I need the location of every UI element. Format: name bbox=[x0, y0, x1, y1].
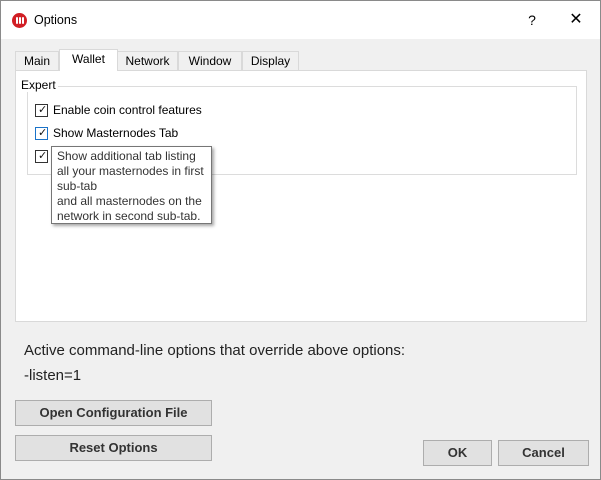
close-icon[interactable]: ✕ bbox=[563, 7, 589, 33]
masternodes-tooltip: Show additional tab listing all your mas… bbox=[51, 146, 212, 224]
masternodes-tab-checkbox[interactable]: ✓ bbox=[35, 127, 48, 140]
open-config-button[interactable]: Open Configuration File bbox=[15, 400, 212, 426]
app-logo-icon bbox=[12, 13, 27, 28]
tooltip-line: and all masternodes on the bbox=[57, 194, 202, 208]
tab-display[interactable]: Display bbox=[242, 51, 299, 70]
tab-network[interactable]: Network bbox=[117, 51, 178, 70]
checkmark-icon: ✓ bbox=[38, 104, 48, 116]
tooltip-line: network in second sub-tab. bbox=[57, 209, 201, 223]
reset-options-button[interactable]: Reset Options bbox=[15, 435, 212, 461]
coin-control-checkbox[interactable]: ✓ bbox=[35, 104, 48, 117]
help-icon[interactable]: ? bbox=[519, 7, 545, 33]
tooltip-line: all your masternodes in first bbox=[57, 164, 204, 178]
overrides-heading: Active command-line options that overrid… bbox=[24, 342, 406, 359]
tab-main[interactable]: Main bbox=[15, 51, 59, 70]
tooltip-line: sub-tab bbox=[57, 179, 98, 193]
expert-group-title: Expert bbox=[19, 78, 58, 92]
ok-button[interactable]: OK bbox=[423, 440, 492, 466]
title-bar: Options ? ✕ bbox=[1, 1, 600, 39]
third-expert-checkbox[interactable]: ✓ bbox=[35, 150, 48, 163]
checkmark-icon: ✓ bbox=[38, 150, 48, 162]
coin-control-label: Enable coin control features bbox=[53, 103, 202, 117]
cancel-button[interactable]: Cancel bbox=[498, 440, 589, 466]
tab-wallet[interactable]: Wallet bbox=[59, 49, 118, 71]
tab-window[interactable]: Window bbox=[178, 51, 242, 70]
window-title: Options bbox=[34, 13, 78, 27]
masternodes-tab-label: Show Masternodes Tab bbox=[53, 126, 179, 140]
options-window: Options ? ✕ Main Wallet Network Window D… bbox=[0, 0, 601, 480]
overrides-value: -listen=1 bbox=[24, 367, 82, 384]
checkmark-icon: ✓ bbox=[38, 127, 48, 139]
tooltip-line: Show additional tab listing bbox=[57, 149, 196, 163]
